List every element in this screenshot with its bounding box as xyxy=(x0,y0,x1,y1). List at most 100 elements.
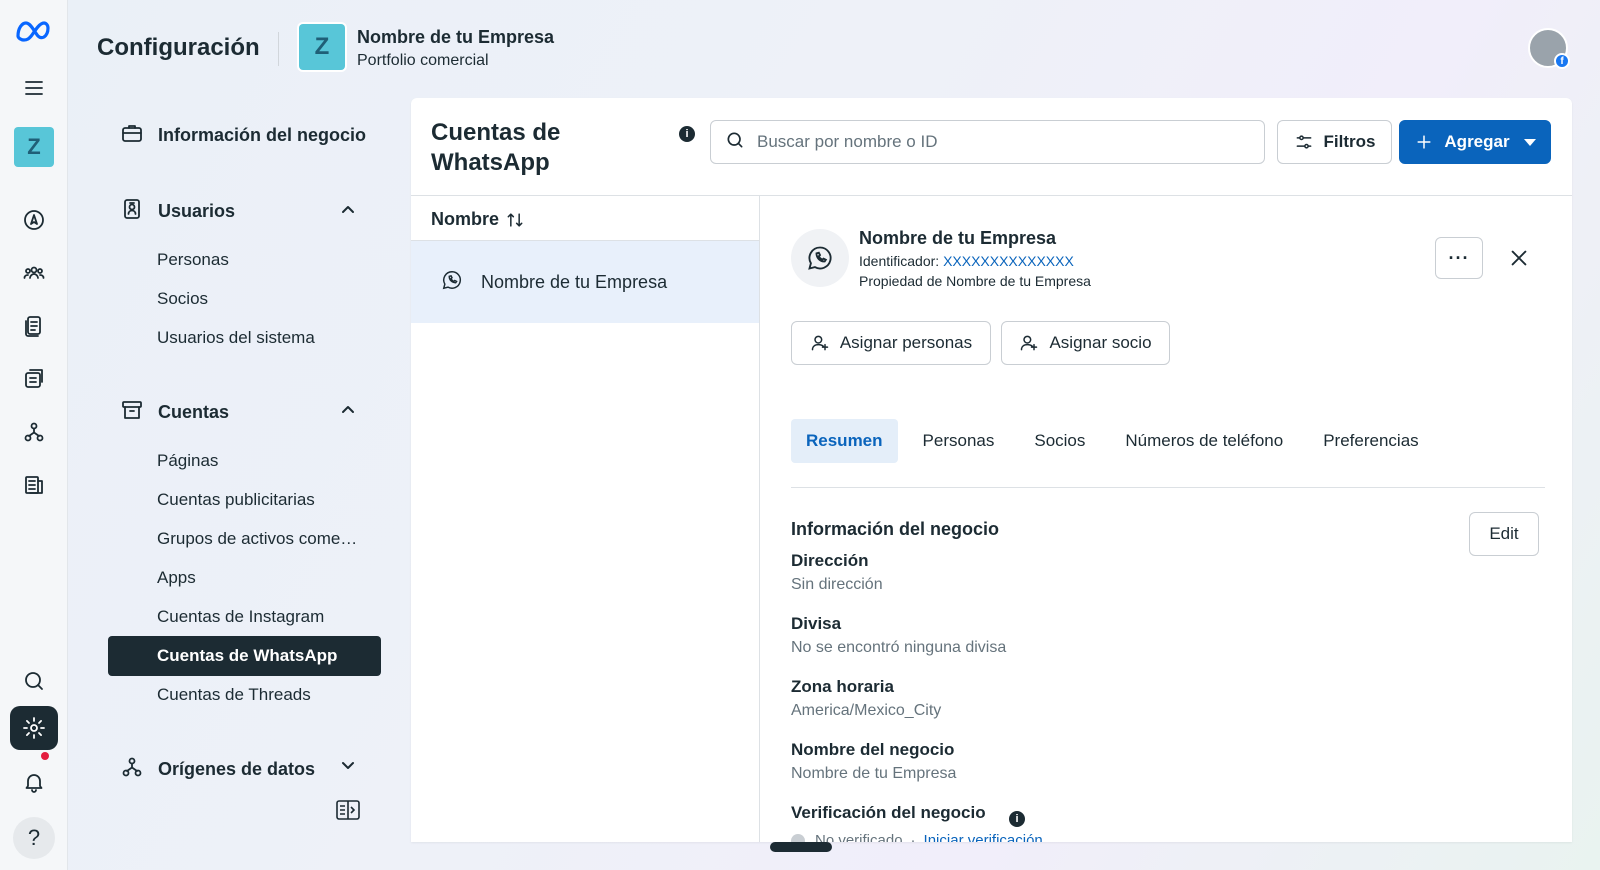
nav-business-info[interactable]: Información del negocio xyxy=(120,121,366,150)
detail-tabs: Resumen Personas Socios Números de teléf… xyxy=(791,419,1444,463)
nav-business-info-label: Información del negocio xyxy=(158,125,367,145)
separator: · xyxy=(910,832,916,842)
section-title: Información del negocio xyxy=(791,519,1000,539)
whatsapp-avatar xyxy=(791,229,849,287)
compass-icon[interactable] xyxy=(10,198,58,242)
nav-item-threads[interactable]: Cuentas de Threads xyxy=(157,685,311,705)
whatsapp-icon xyxy=(441,269,463,296)
nav-item-people[interactable]: Personas xyxy=(157,250,229,270)
business-avatar[interactable]: Z xyxy=(299,24,345,70)
field-label-currency: Divisa xyxy=(791,614,842,633)
edit-button[interactable]: Edit xyxy=(1469,512,1539,556)
detail-id-value[interactable]: XXXXXXXXXXXXXX xyxy=(943,253,1074,269)
notification-dot xyxy=(41,752,49,760)
chevron-up-icon[interactable] xyxy=(338,199,358,219)
document-icon[interactable] xyxy=(10,304,58,348)
business-avatar-rail[interactable]: Z xyxy=(14,127,54,167)
person-add-icon xyxy=(1021,335,1038,351)
column-header-name[interactable]: Nombre xyxy=(431,209,525,230)
verification-status-text: No verificado xyxy=(815,832,903,842)
field-label-business-name: Nombre del negocio xyxy=(791,740,955,759)
database-icon[interactable] xyxy=(10,463,58,507)
field-value-business-name: Nombre de tu Empresa xyxy=(791,765,957,782)
tab-people[interactable]: Personas xyxy=(908,419,1010,463)
add-button[interactable]: Agregar xyxy=(1399,120,1551,164)
whatsapp-icon xyxy=(808,246,832,270)
facebook-badge-icon: f xyxy=(1554,53,1570,69)
bell-icon[interactable] xyxy=(10,760,58,804)
card-header-divider xyxy=(411,195,1572,196)
search-icon[interactable] xyxy=(10,659,58,703)
person-add-icon xyxy=(811,335,829,351)
field-label-address: Dirección xyxy=(791,551,869,570)
add-label: Agregar xyxy=(1444,132,1510,151)
scroll-indicator[interactable] xyxy=(770,842,832,852)
verification-status: No verificado · Iniciar verificación xyxy=(791,832,1043,842)
detail-owner: Propiedad de Nombre de tu Empresa xyxy=(859,273,1091,289)
sidebar-collapse-icon[interactable] xyxy=(336,800,360,820)
detail-name: Nombre de tu Empresa xyxy=(859,228,1057,248)
nav-data-sources[interactable]: Orígenes de datos xyxy=(120,755,315,784)
nav-item-pages[interactable]: Páginas xyxy=(157,451,218,471)
ads-icon[interactable] xyxy=(10,357,58,401)
filters-button[interactable]: Filtros xyxy=(1277,120,1392,164)
business-subtitle: Portfolio comercial xyxy=(357,52,489,69)
close-icon[interactable] xyxy=(1508,247,1530,269)
filters-label: Filtros xyxy=(1323,132,1376,151)
chevron-up-icon[interactable] xyxy=(338,399,358,419)
nav-item-ad-accounts[interactable]: Cuentas publicitarias xyxy=(157,490,315,510)
archive-icon xyxy=(120,398,144,427)
header-divider xyxy=(278,32,279,66)
list-item[interactable]: Nombre de tu Empresa xyxy=(411,241,759,323)
business-name[interactable]: Nombre de tu Empresa xyxy=(357,27,554,48)
plus-icon xyxy=(1417,135,1431,149)
help-icon[interactable]: ? xyxy=(13,817,55,859)
sort-icon xyxy=(507,212,523,227)
page-title: Configuración xyxy=(97,34,260,61)
info-icon[interactable]: i xyxy=(679,126,695,142)
nav-item-partners[interactable]: Socios xyxy=(157,289,208,309)
detail-id: Identificador: XXXXXXXXXXXXXX xyxy=(859,253,1074,269)
field-label-verification: Verificación del negocio xyxy=(791,803,986,822)
detail-id-label: Identificador: xyxy=(859,253,944,269)
tabs-divider xyxy=(791,487,1545,488)
id-badge-icon xyxy=(120,197,144,226)
people-icon[interactable] xyxy=(10,251,58,295)
field-label-timezone: Zona horaria xyxy=(791,677,894,696)
assign-partner-button[interactable]: Asignar socio xyxy=(1001,321,1170,365)
search-box[interactable] xyxy=(710,120,1265,164)
nav-item-system-users[interactable]: Usuarios del sistema xyxy=(157,328,315,348)
card-title: Cuentas de WhatsApp xyxy=(431,119,561,176)
info-icon[interactable]: i xyxy=(1009,811,1025,827)
chevron-down-icon[interactable] xyxy=(338,756,358,776)
meta-logo-icon[interactable] xyxy=(10,8,58,52)
integrations-icon[interactable] xyxy=(10,410,58,454)
nav-users[interactable]: Usuarios xyxy=(120,197,235,226)
tab-phone-numbers[interactable]: Números de teléfono xyxy=(1110,419,1298,463)
nav-data-sources-label: Orígenes de datos xyxy=(158,759,316,779)
assign-people-label: Asignar personas xyxy=(839,333,973,352)
more-options-button[interactable]: ··· xyxy=(1435,237,1483,279)
briefcase-icon xyxy=(120,121,144,150)
data-sources-icon xyxy=(120,755,144,784)
nav-item-apps[interactable]: Apps xyxy=(157,568,196,588)
tab-summary[interactable]: Resumen xyxy=(791,419,898,463)
nav-item-asset-groups[interactable]: Grupos de activos come… xyxy=(157,529,357,549)
assign-partner-label: Asignar socio xyxy=(1049,333,1152,352)
main-card: Cuentas de WhatsApp i Filtros Agregar No… xyxy=(411,98,1572,842)
nav-item-instagram[interactable]: Cuentas de Instagram xyxy=(157,607,324,627)
tab-partners[interactable]: Socios xyxy=(1019,419,1100,463)
field-value-currency: No se encontró ninguna divisa xyxy=(791,639,1007,656)
nav-users-label: Usuarios xyxy=(158,201,236,221)
nav-accounts[interactable]: Cuentas xyxy=(120,398,229,427)
caret-down-icon xyxy=(1523,138,1536,146)
assign-people-button[interactable]: Asignar personas xyxy=(791,321,991,365)
settings-icon[interactable] xyxy=(10,706,58,750)
tab-preferences[interactable]: Preferencias xyxy=(1308,419,1433,463)
list-item-label: Nombre de tu Empresa xyxy=(481,271,668,292)
filters-icon xyxy=(1296,135,1311,149)
start-verification-link[interactable]: Iniciar verificación xyxy=(924,832,1043,842)
search-input[interactable] xyxy=(757,132,1237,152)
list-column-divider xyxy=(759,196,760,842)
menu-icon[interactable] xyxy=(10,66,58,110)
